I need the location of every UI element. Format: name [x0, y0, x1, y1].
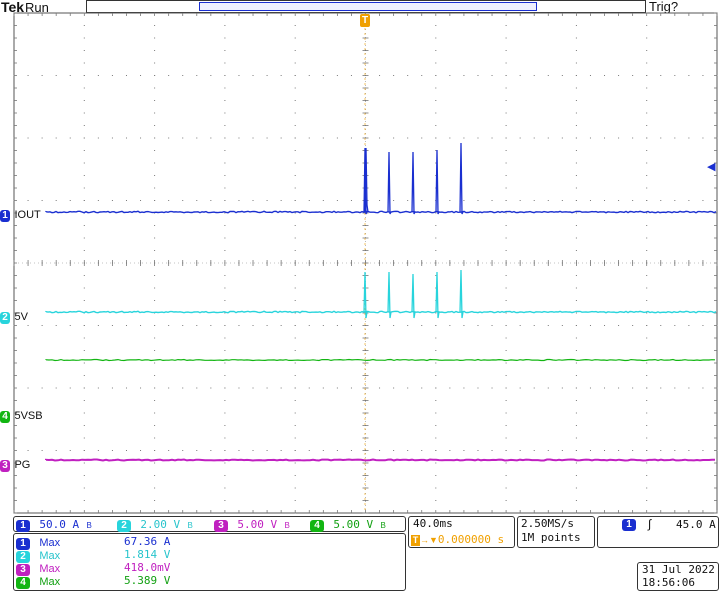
ch4-label: 5VSB: [14, 410, 43, 422]
record-length: 1M points: [521, 531, 581, 544]
ch2-label: 5V: [14, 311, 28, 323]
delay-arrow-icon: →▼: [420, 535, 438, 545]
sample-rate: 2.50MS/s: [521, 517, 574, 530]
ch2-spike: [435, 271, 440, 319]
trigger-level-icon[interactable]: ◀: [707, 160, 715, 173]
ch1-badge: 1: [16, 520, 30, 532]
trigger-level: 45.0 A: [676, 518, 716, 531]
trigger-position-icon: T: [411, 535, 420, 546]
measurement-value: 418.0mV: [124, 561, 171, 574]
ch3-number-badge: 3: [0, 460, 10, 472]
ch2-badge: 2: [117, 520, 131, 532]
ch2-reference-marker[interactable]: 2 5V: [0, 307, 28, 325]
ch3-badge: 3: [214, 520, 228, 532]
ch4-5vsb-trace: [45, 358, 716, 362]
ch2-bw-limit-icon: B: [187, 521, 193, 530]
trigger-position-icon[interactable]: T: [360, 14, 370, 27]
ch1-spike: [459, 142, 464, 215]
rising-edge-icon: ∫: [648, 517, 652, 531]
waveform-display[interactable]: [0, 0, 719, 592]
ch2-number-badge: 2: [0, 312, 10, 324]
ch3-bw-limit-icon: B: [284, 521, 290, 530]
ch4-reference-marker[interactable]: 4 5VSB: [0, 406, 43, 424]
trigger-delay[interactable]: T →▼0.000000 s: [411, 532, 504, 546]
delay-value: 0.000000 s: [437, 533, 505, 546]
date: 31 Jul 2022: [642, 563, 715, 576]
ch4-scale-readout[interactable]: 4 5.00 V B: [310, 517, 386, 532]
sample-rate-readout[interactable]: 2.50MS/s 1M points: [517, 516, 595, 548]
ch4-badge: 4: [16, 577, 30, 589]
ch1-spike: [411, 151, 416, 215]
ch1-number-badge: 1: [0, 210, 10, 222]
ch3-pg-trace: [45, 458, 716, 462]
ch3-reference-marker[interactable]: 3 PG: [0, 455, 30, 473]
measurement-value: 1.814 V: [124, 548, 171, 561]
ch1-scale: 50.0 A: [39, 518, 80, 531]
ch4-bw-limit-icon: B: [380, 521, 386, 530]
ch1-spike: [435, 149, 440, 215]
channel-scale-bar[interactable]: 1 50.0 A B 2 2.00 V B 3 5.00 V B 4 5.00 …: [13, 516, 406, 532]
measurement-panel[interactable]: 1 Max 67.36 A 2 Max 1.814 V 3 Max 418.0m…: [13, 533, 406, 591]
ch4-badge: 4: [310, 520, 324, 532]
ch3-label: PG: [14, 459, 31, 471]
trigger-source-badge: 1: [622, 519, 636, 531]
ch4-number-badge: 4: [0, 411, 10, 423]
ch4-scale: 5.00 V: [333, 518, 374, 531]
waveform-traces: [45, 142, 717, 462]
ch3-scale: 5.00 V: [237, 518, 278, 531]
measurement-row[interactable]: 4 Max 5.389 V: [16, 574, 170, 589]
measurement-type: Max: [39, 576, 61, 588]
ch1-label: IOUT: [14, 209, 41, 221]
measurement-value: 5.389 V: [124, 574, 171, 587]
graticule: [13, 12, 718, 514]
datetime-readout: 31 Jul 2022 18:56:06: [637, 562, 719, 591]
ch1-bw-limit-icon: B: [86, 521, 92, 530]
trigger-readout[interactable]: 1 ∫ 45.0 A: [597, 516, 719, 548]
ch2-spike: [459, 269, 464, 319]
time: 18:56:06: [642, 576, 695, 589]
ch3-scale-readout[interactable]: 3 5.00 V B: [214, 517, 290, 532]
ch2-spike: [387, 271, 392, 319]
ch1-spike: [387, 151, 392, 215]
time-per-division: 40.0ms: [413, 517, 453, 530]
ch1-spike: [364, 147, 369, 213]
timebase-readout[interactable]: 40.0ms T →▼0.000000 s: [408, 516, 515, 548]
ch1-reference-marker[interactable]: 1 IOUT: [0, 205, 41, 223]
measurement-value: 67.36 A: [124, 535, 171, 548]
ch2-scale: 2.00 V: [140, 518, 181, 531]
ch2-5v-trace: [45, 310, 717, 314]
ch2-scale-readout[interactable]: 2 2.00 V B: [117, 517, 193, 532]
ch1-iout-trace: [45, 210, 717, 214]
ch1-scale-readout[interactable]: 1 50.0 A B: [16, 517, 92, 532]
